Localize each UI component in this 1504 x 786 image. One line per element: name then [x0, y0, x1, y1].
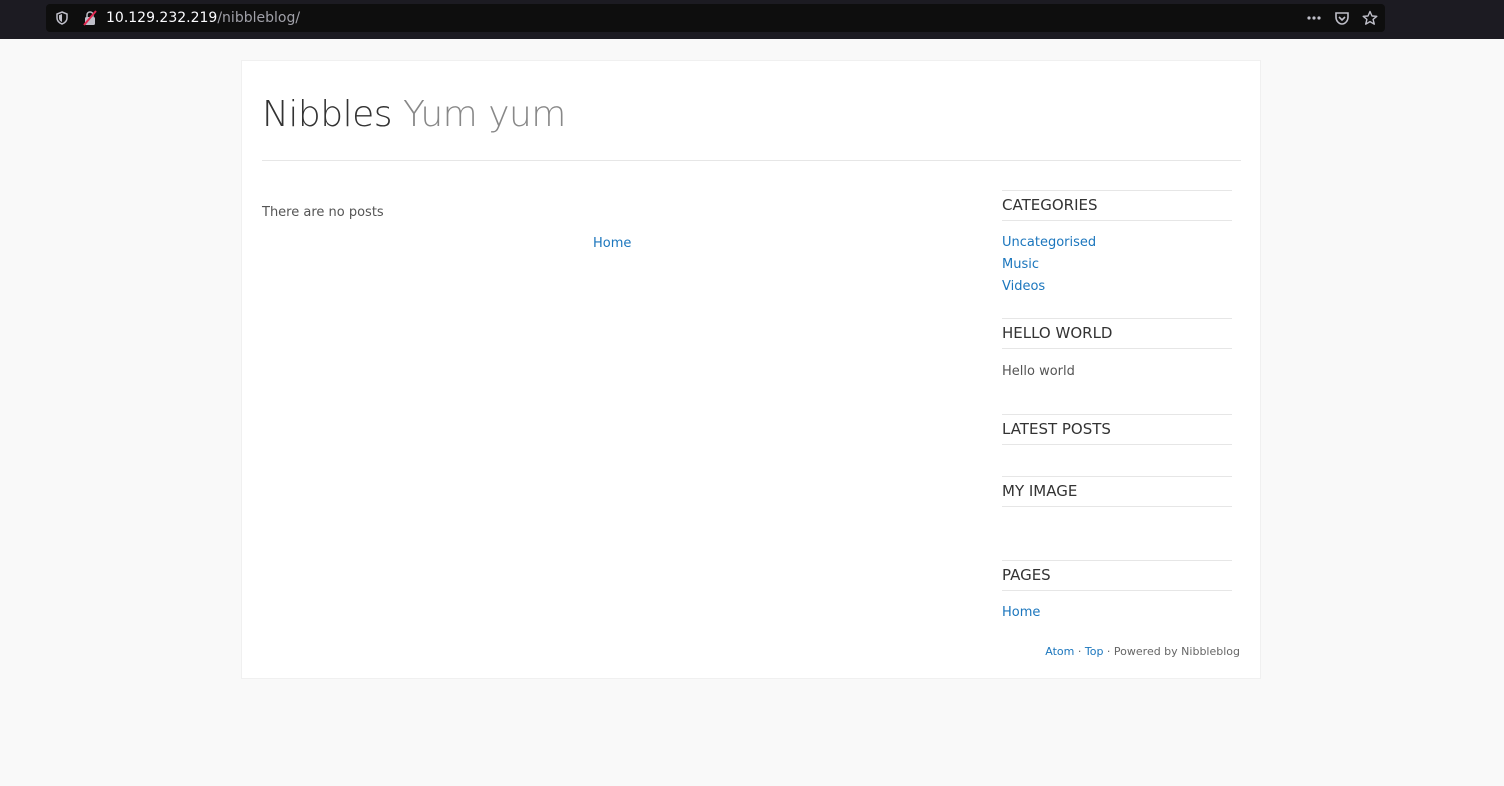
- site-name: Nibbles: [262, 94, 393, 135]
- browser-toolbar: 10.129.232.219/nibbleblog/: [0, 0, 1504, 39]
- powered-by-text: Powered by Nibbleblog: [1113, 645, 1240, 658]
- blog-container: Nibbles Yum yum There are no posts Home …: [241, 60, 1261, 679]
- more-icon[interactable]: [1306, 10, 1322, 26]
- shield-icon[interactable]: [55, 11, 69, 25]
- pages-widget-title: PAGES: [1002, 560, 1232, 591]
- url-host: 10.129.232.219: [106, 10, 218, 26]
- my-image-widget-title: MY IMAGE: [1002, 476, 1232, 507]
- pager-home-link[interactable]: Home: [593, 236, 631, 251]
- url-text[interactable]: 10.129.232.219/nibbleblog/: [106, 10, 300, 26]
- footer-separator: ·: [1074, 645, 1085, 658]
- header-divider: [262, 160, 1241, 161]
- hello-world-widget-title: HELLO WORLD: [1002, 318, 1232, 349]
- category-link-videos[interactable]: Videos: [1002, 279, 1045, 294]
- url-path: /nibbleblog/: [217, 10, 301, 26]
- top-link[interactable]: Top: [1085, 645, 1104, 658]
- no-posts-message: There are no posts: [262, 205, 384, 220]
- footer-separator: ·: [1103, 645, 1114, 658]
- latest-posts-widget-title: LATEST POSTS: [1002, 414, 1232, 445]
- page-link-home[interactable]: Home: [1002, 605, 1040, 620]
- atom-feed-link[interactable]: Atom: [1045, 645, 1074, 658]
- insecure-lock-icon[interactable]: [82, 10, 98, 26]
- pocket-icon[interactable]: [1334, 10, 1350, 26]
- url-bar[interactable]: 10.129.232.219/nibbleblog/: [46, 4, 1385, 32]
- hello-world-text: Hello world: [1002, 364, 1075, 379]
- bookmark-star-icon[interactable]: [1362, 10, 1378, 26]
- site-slogan: Yum yum: [403, 94, 566, 135]
- category-link-uncategorised[interactable]: Uncategorised: [1002, 235, 1096, 250]
- footer: Atom · Top · Powered by Nibbleblog: [1045, 645, 1240, 658]
- categories-widget-title: CATEGORIES: [1002, 190, 1232, 221]
- category-link-music[interactable]: Music: [1002, 257, 1039, 272]
- site-title[interactable]: Nibbles Yum yum: [262, 91, 566, 139]
